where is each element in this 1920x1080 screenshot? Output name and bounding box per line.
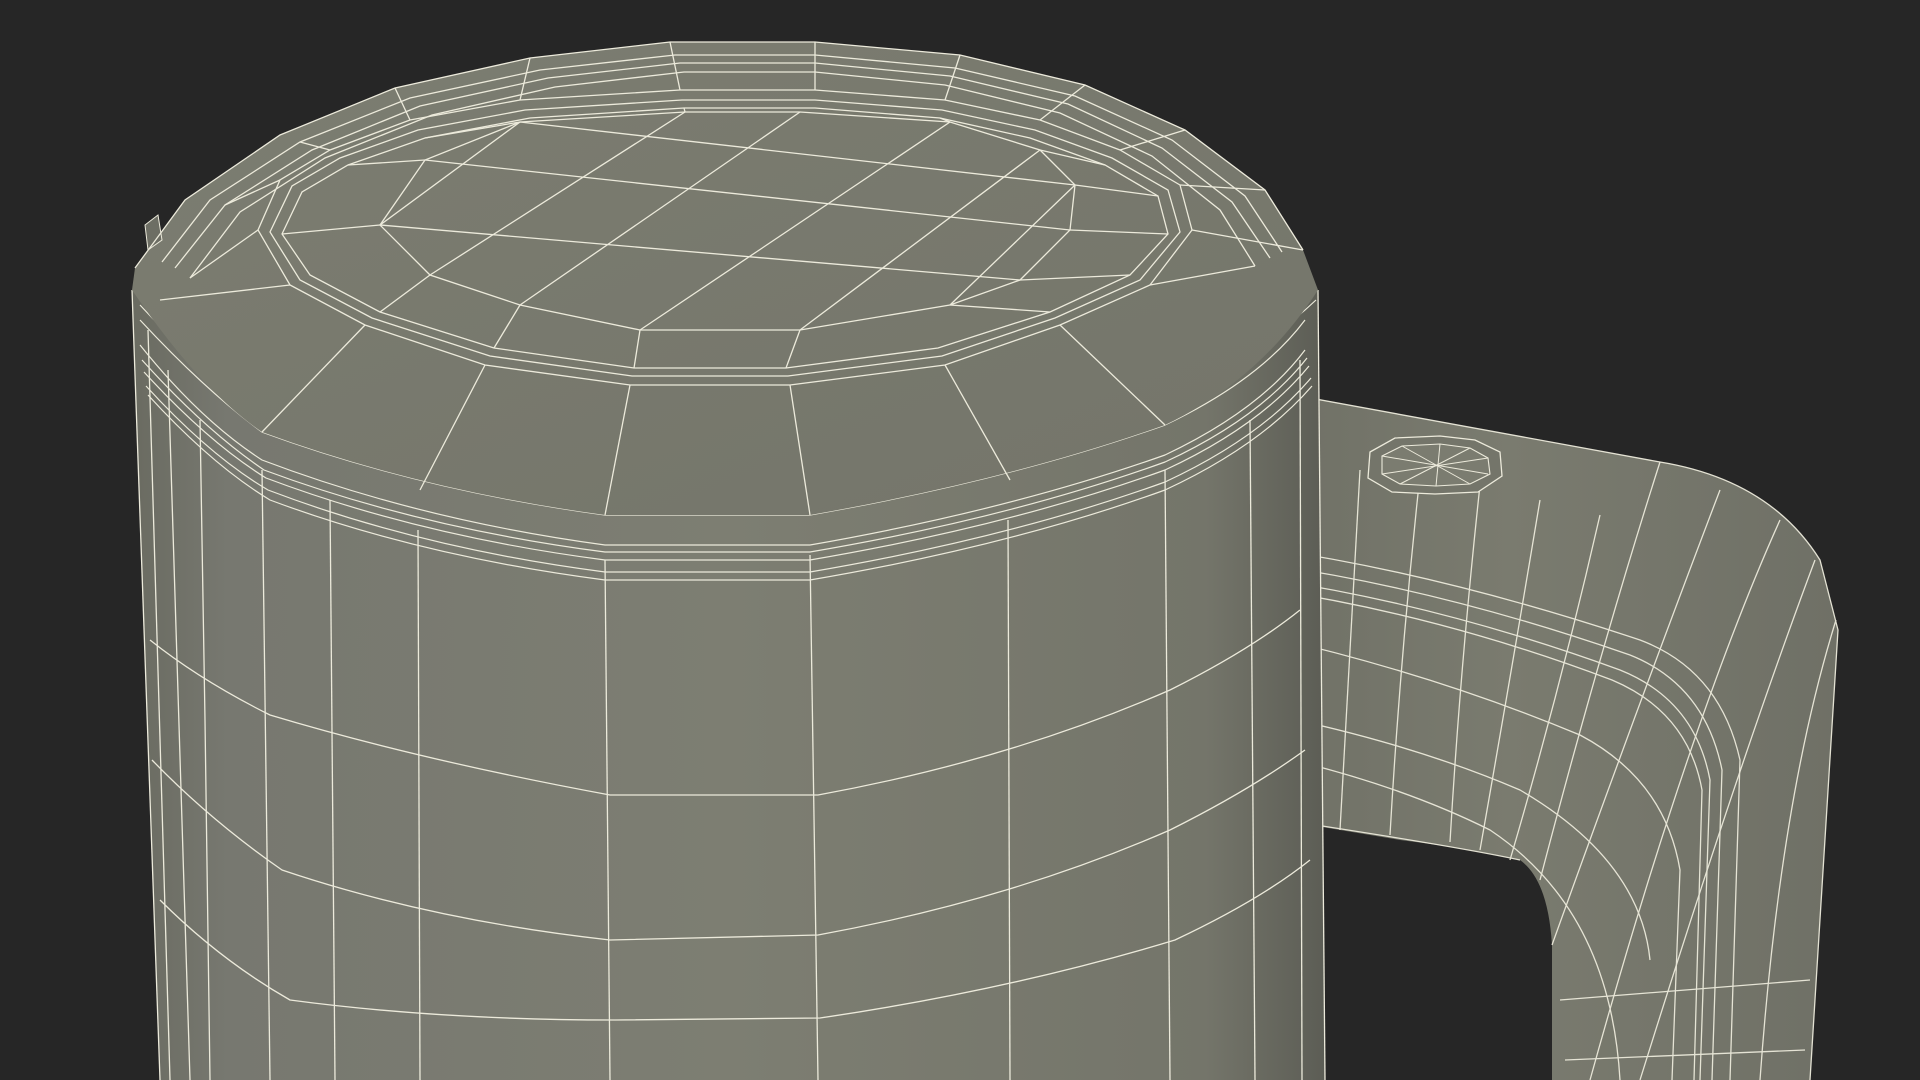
handle-button — [1367, 435, 1503, 495]
mug-wireframe-render — [0, 0, 1920, 1080]
render-viewport — [0, 0, 1920, 1080]
